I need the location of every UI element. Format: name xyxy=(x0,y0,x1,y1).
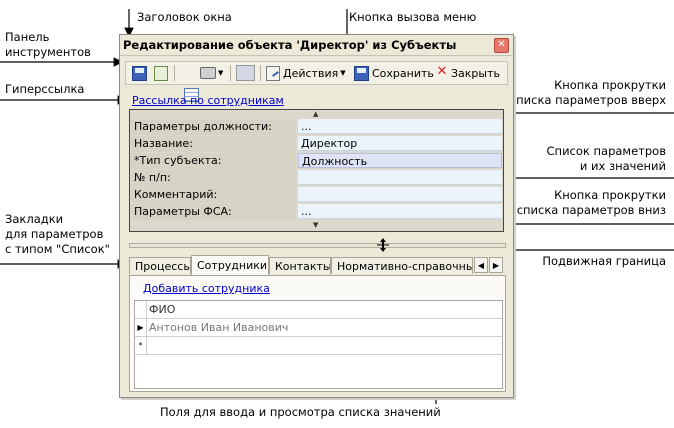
column-header-fio[interactable]: ФИО xyxy=(149,301,175,318)
annotation-splitter: Подвижная граница xyxy=(542,254,666,268)
scroll-up-button[interactable]: ▲ xyxy=(131,110,502,118)
param-label: Параметры должности: xyxy=(131,119,296,135)
close-x-icon: ✕ xyxy=(436,64,448,79)
tab-contacts[interactable]: Контакты xyxy=(269,257,331,274)
edit-object-window: Редактирование объекта 'Директор' из Суб… xyxy=(119,34,514,398)
chevron-down-icon: ▼ xyxy=(218,69,224,77)
row-indicator xyxy=(135,301,147,318)
actions-menu-button[interactable]: Действия ▼ xyxy=(266,64,346,82)
tab-scroll-right-icon[interactable]: ▶ xyxy=(489,257,503,273)
annotation-list-fields: Поля для ввода и просмотра списка значен… xyxy=(160,405,441,419)
tab-employees[interactable]: Сотрудники xyxy=(191,255,269,275)
parameter-list: ▲ Параметры должности: ... Название: Дир… xyxy=(129,109,504,232)
arrow-up-icon: ▲ xyxy=(313,110,319,118)
param-value[interactable] xyxy=(298,187,502,202)
link-button[interactable] xyxy=(236,64,255,82)
chevron-down-icon: ▼ xyxy=(340,69,346,77)
param-value[interactable] xyxy=(298,170,502,185)
tab-strip: Процессы Сотрудники Контакты Нормативно-… xyxy=(129,255,504,275)
grid-cell[interactable]: Антонов Иван Иванович xyxy=(149,319,288,336)
toolbar-separator xyxy=(230,65,231,81)
print-button[interactable]: ▼ xyxy=(200,64,223,82)
annotation-hyperlink: Гиперссылка xyxy=(5,82,85,96)
param-label: *Тип субъекта: xyxy=(131,153,296,169)
save-icon-button[interactable] xyxy=(132,64,147,82)
save-label: Сохранить xyxy=(372,66,434,80)
annotation-scroll-down: Кнопка прокрутки списка параметров вниз xyxy=(516,188,666,217)
toolbar-separator xyxy=(174,65,175,81)
new-row[interactable]: * xyxy=(135,337,502,355)
refresh-button[interactable] xyxy=(154,64,168,82)
param-label: Комментарий: xyxy=(131,187,296,203)
param-label: Название: xyxy=(131,136,296,152)
param-value[interactable]: Должность xyxy=(298,153,502,168)
param-label: № п/п: xyxy=(131,170,296,186)
param-row[interactable]: Название: Директор xyxy=(131,136,502,152)
printer-icon xyxy=(200,67,216,79)
employee-grid: ФИО ▶ Антонов Иван Иванович * xyxy=(134,300,503,389)
annotation-param-list: Список параметров и их значений xyxy=(546,144,666,173)
link-icon xyxy=(236,65,255,81)
param-label: Параметры ФСА: xyxy=(131,204,296,220)
tab-scroll-left-icon[interactable]: ◀ xyxy=(474,257,488,273)
new-row-marker: * xyxy=(135,337,147,354)
close-icon[interactable]: ✕ xyxy=(494,38,509,53)
toolbar: ▼ Действия ▼ Сохранить ✕ Закрыть xyxy=(125,61,508,102)
param-row[interactable]: № п/п: xyxy=(131,170,502,186)
refresh-icon xyxy=(154,65,168,81)
annotation-menu-button: Кнопка вызова меню xyxy=(349,10,477,24)
current-row-icon: ▶ xyxy=(135,319,147,336)
param-row[interactable]: *Тип субъекта: Должность xyxy=(131,153,502,169)
param-row[interactable]: Параметры ФСА: ... xyxy=(131,204,502,220)
resize-cursor-icon xyxy=(377,238,389,252)
tab-reference[interactable]: Нормативно-справочные д xyxy=(331,257,473,274)
actions-label: Действия xyxy=(283,66,339,80)
edit-document-icon xyxy=(266,65,280,81)
annotation-window-title: Заголовок окна xyxy=(137,10,232,24)
floppy-icon xyxy=(354,65,369,81)
arrow-down-icon: ▼ xyxy=(313,221,319,229)
save-button[interactable]: Сохранить xyxy=(354,64,434,82)
table-row[interactable]: ▶ Антонов Иван Иванович xyxy=(135,319,502,337)
close-button[interactable]: ✕ Закрыть xyxy=(436,64,500,82)
mailing-hyperlink[interactable]: Рассылка по сотрудникам xyxy=(132,94,284,107)
param-row[interactable]: Параметры должности: ... xyxy=(131,119,502,135)
annotation-tabs: Закладки для параметров с типом "Список" xyxy=(5,212,110,256)
toolbar-separator xyxy=(260,65,261,81)
param-value[interactable]: ... xyxy=(298,204,502,219)
tab-processes[interactable]: Процессы xyxy=(129,257,191,274)
annotation-scroll-up: Кнопка прокрутки списка параметров вверх xyxy=(509,78,666,107)
close-label: Закрыть xyxy=(451,66,500,80)
splitter-bar[interactable] xyxy=(129,243,506,248)
window-titlebar[interactable]: Редактирование объекта 'Директор' из Суб… xyxy=(120,35,513,56)
scroll-down-button[interactable]: ▼ xyxy=(131,221,502,229)
add-employee-link[interactable]: Добавить сотрудника xyxy=(143,282,270,295)
grid-header: ФИО xyxy=(135,301,502,319)
param-row[interactable]: Комментарий: xyxy=(131,187,502,203)
param-value[interactable]: ... xyxy=(298,119,502,134)
window-title: Редактирование объекта 'Директор' из Суб… xyxy=(123,38,457,52)
floppy-icon xyxy=(132,65,147,81)
tab-panel: Добавить сотрудника ФИО ▶ Антонов Иван И… xyxy=(129,275,506,392)
annotation-toolbar: Панель инструментов xyxy=(5,30,91,59)
param-value[interactable]: Директор xyxy=(298,136,502,151)
